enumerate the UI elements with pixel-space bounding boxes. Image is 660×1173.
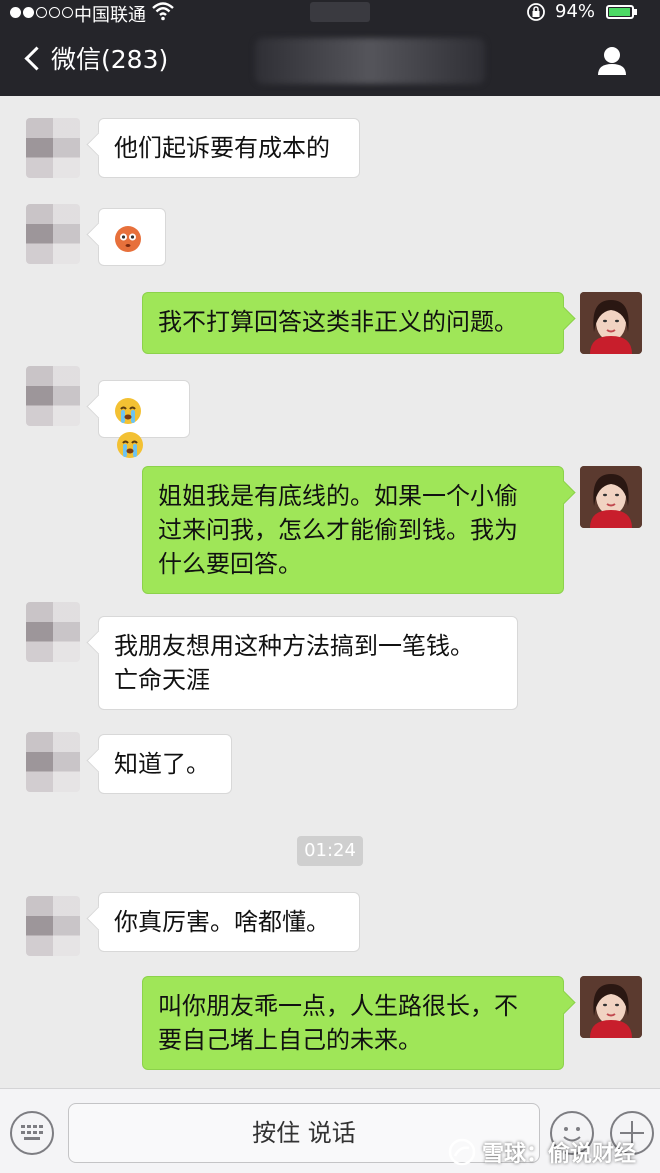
user-avatar[interactable] [580,976,642,1038]
nav-bar: 微信(283) [0,26,660,96]
carrier-label: 中国联通 [74,5,146,26]
contact-avatar[interactable] [26,366,80,426]
watermark: 雪球：偷说财经 [448,1136,636,1168]
chevron-left-icon [24,45,49,71]
wifi-icon [152,1,174,26]
keyboard-toggle-button[interactable] [10,1111,54,1155]
contact-avatar[interactable] [26,602,80,662]
contact-profile-icon[interactable] [596,45,628,77]
user-avatar[interactable] [580,292,642,354]
contact-avatar[interactable] [26,118,80,178]
signal-strength-icon [10,7,73,18]
keyboard-icon [21,1125,43,1140]
contact-avatar[interactable] [26,204,80,264]
message-timestamp: 01:24 [297,836,363,866]
battery-fill [609,8,630,16]
crying-face-emoji [116,431,144,459]
clock-blurred [310,2,370,22]
top-bar: 中国联通 94% 微信(283) [0,0,660,96]
message-bubble-left[interactable]: 你真厉害。啥都懂。 [98,892,360,952]
message-bubble-left[interactable] [98,380,190,458]
message-bubble-left[interactable]: 知道了。 [98,734,232,794]
battery-percent: 94% [555,1,596,22]
message-bubble-right[interactable]: 我不打算回答这类非正义的问题。 [142,292,564,354]
flushed-face-emoji [114,225,142,253]
orientation-lock-icon [526,2,546,27]
snowball-logo-icon [448,1138,476,1166]
watermark-text: 雪球：偷说财经 [482,1142,637,1167]
back-button[interactable]: 微信(283) [22,40,168,76]
chat-area[interactable]: 他们起诉要有成本的 我不打算回答这类非正义的问题。 姐姐我是有底线的。如果一个小… [0,96,660,1088]
chat-title-blurred [255,38,485,84]
battery-icon [606,5,637,19]
status-bar: 中国联通 94% [0,0,660,26]
message-bubble-right[interactable]: 叫你朋友乖一点，人生路很长，不 要自己堵上自己的未来。 [142,976,564,1070]
message-bubble-left[interactable]: 我朋友想用这种方法搞到一笔钱。 亡命天涯 [98,616,518,710]
back-label: 微信(283) [51,45,169,74]
crying-face-emoji [114,397,142,425]
message-bubble-right[interactable]: 姐姐我是有底线的。如果一个小偷 过来问我，怎么才能偷到钱。我为 什么要回答。 [142,466,564,594]
message-bubble-left[interactable]: 他们起诉要有成本的 [98,118,360,178]
contact-avatar[interactable] [26,896,80,956]
contact-avatar[interactable] [26,732,80,792]
user-avatar[interactable] [580,466,642,528]
message-bubble-left[interactable] [98,208,166,266]
